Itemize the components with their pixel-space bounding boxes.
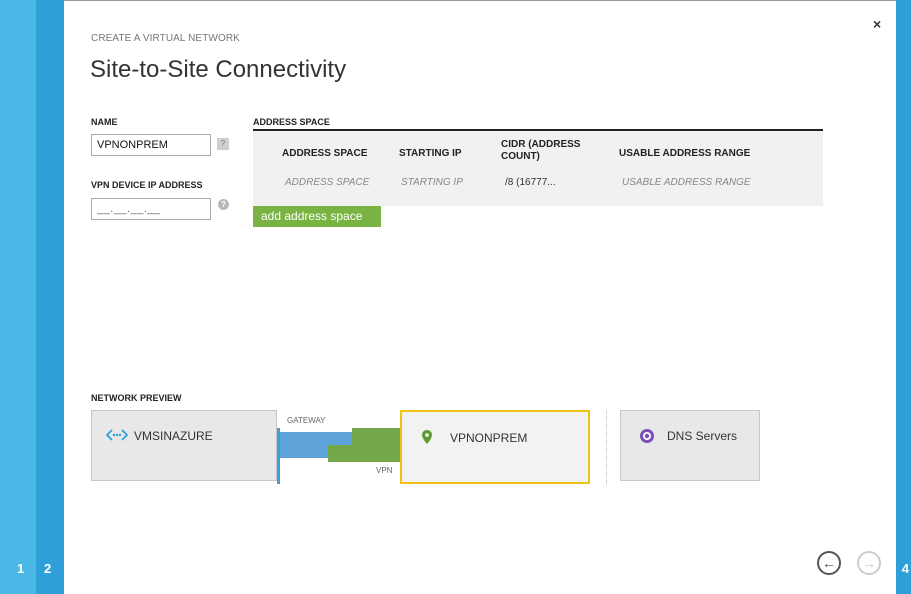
vpn-label: VPN	[376, 466, 393, 475]
next-arrow-icon[interactable]: →	[857, 551, 881, 575]
back-arrow-glyph: ←	[822, 555, 836, 571]
onprem-network-box[interactable]: VPNONPREM	[400, 410, 590, 484]
preview-divider	[606, 410, 607, 485]
page-title: Site-to-Site Connectivity	[90, 56, 347, 83]
name-input[interactable]: VPNONPREM	[91, 134, 211, 156]
top-divider	[64, 0, 896, 1]
next-arrow-glyph: →	[862, 555, 876, 571]
dns-icon	[640, 429, 654, 443]
back-arrow-icon[interactable]: ←	[817, 551, 841, 575]
help-icon[interactable]: ?	[218, 199, 229, 210]
step-4[interactable]: 4	[902, 561, 909, 576]
vpn-ip-label: VPN DEVICE IP ADDRESS	[91, 180, 203, 190]
azure-network-box: VMSINAZURE	[91, 410, 277, 481]
step-rail-inner	[36, 0, 64, 594]
vnet-icon	[106, 429, 128, 441]
name-label: NAME	[91, 117, 118, 127]
col-usable-range: USABLE ADDRESS RANGE	[619, 148, 751, 159]
azure-network-name: VMSINAZURE	[134, 429, 213, 443]
network-preview-label: NETWORK PREVIEW	[91, 393, 182, 403]
address-space-input[interactable]: ADDRESS SPACE	[285, 177, 369, 188]
col-cidr: CIDR (ADDRESS COUNT)	[501, 139, 581, 162]
step-rail-right	[896, 0, 911, 594]
gateway-vpn-graphic	[280, 428, 400, 462]
gateway-label: GATEWAY	[287, 416, 326, 425]
dns-servers-label: DNS Servers	[667, 429, 738, 443]
step-1[interactable]: 1	[17, 561, 24, 576]
dns-servers-box[interactable]: DNS Servers	[620, 410, 760, 481]
name-status-icon: ?	[217, 138, 229, 150]
onprem-network-name: VPNONPREM	[450, 431, 528, 445]
col-address-space: ADDRESS SPACE	[282, 148, 368, 159]
vpn-ip-input[interactable]: __.__.__.__	[91, 198, 211, 220]
address-space-table: ADDRESS SPACE STARTING IP CIDR (ADDRESS …	[253, 131, 823, 206]
step-2[interactable]: 2	[44, 561, 51, 576]
col-starting-ip: STARTING IP	[399, 148, 462, 159]
wizard-kicker: CREATE A VIRTUAL NETWORK	[91, 33, 240, 44]
usable-range-value: USABLE ADDRESS RANGE	[622, 177, 751, 188]
address-space-label: ADDRESS SPACE	[253, 117, 330, 127]
location-pin-icon	[422, 430, 432, 444]
step-rail	[0, 0, 36, 594]
cidr-select[interactable]: /8 (16777...	[505, 177, 556, 188]
add-address-space-button[interactable]: add address space	[253, 206, 381, 227]
starting-ip-input[interactable]: STARTING IP	[401, 177, 463, 188]
close-icon[interactable]: ×	[873, 16, 881, 32]
